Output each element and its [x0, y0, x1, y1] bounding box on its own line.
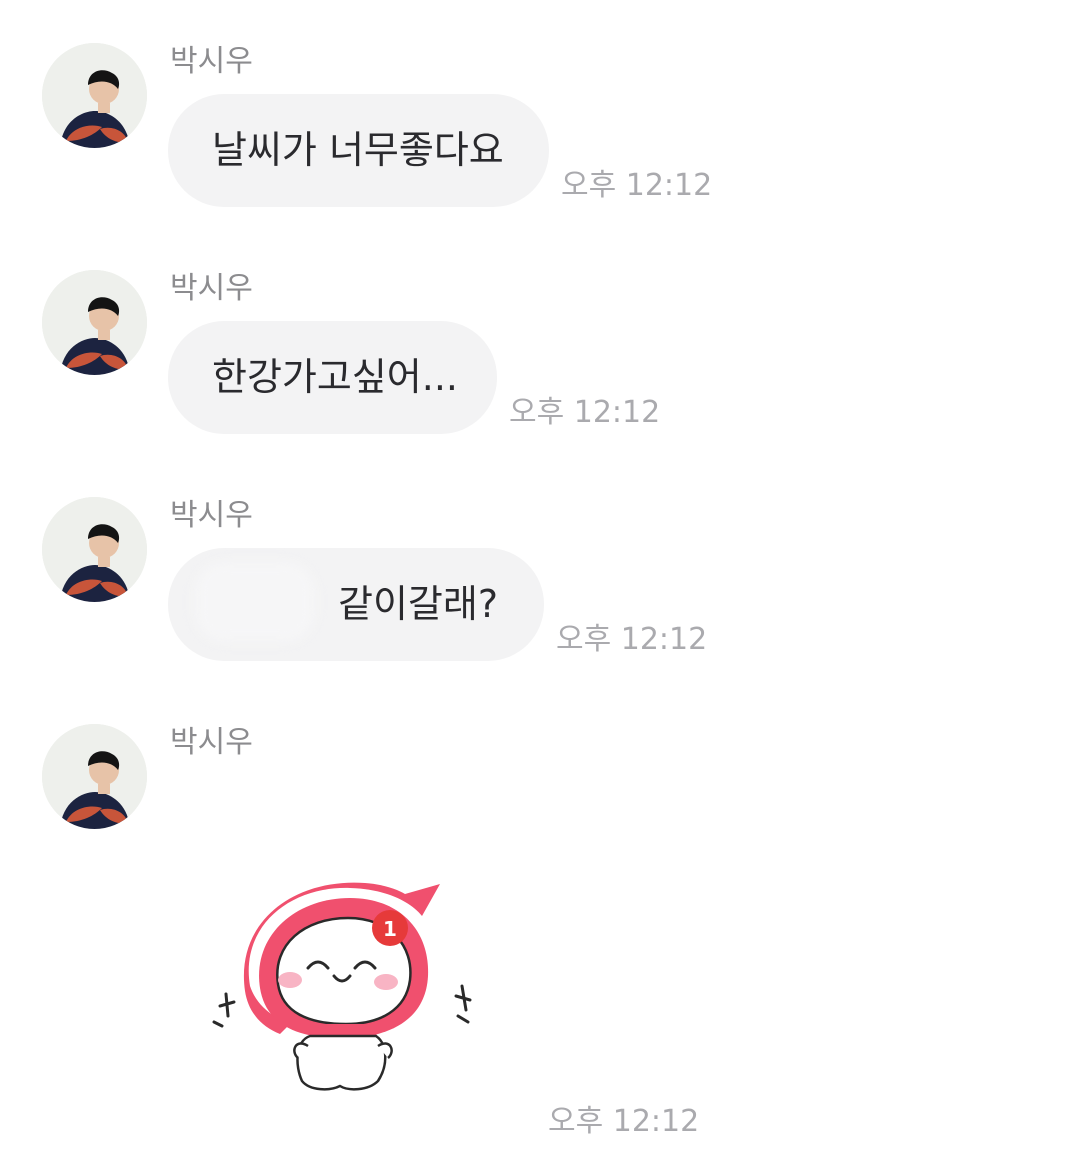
sender-name: 박시우 [170, 725, 253, 760]
timestamp: 오후 12:12 [561, 168, 713, 203]
avatar[interactable] [42, 270, 147, 375]
sender-name: 박시우 [170, 44, 253, 79]
message-text: 한강가고싶어... [212, 355, 458, 399]
profile-photo-icon [42, 270, 147, 375]
message-bubble[interactable]: 날씨가 너무좋다요 [168, 94, 549, 207]
avatar[interactable] [42, 724, 147, 829]
profile-photo-icon [42, 43, 147, 148]
timestamp: 오후 12:12 [548, 1104, 700, 1139]
sticker-badge: 1 [383, 917, 397, 941]
message-bubble[interactable]: 한강가고싶어... [168, 321, 497, 434]
profile-photo-icon [42, 724, 147, 829]
message-text: 날씨가 너무좋다요 [212, 128, 504, 172]
profile-photo-icon [42, 497, 147, 602]
sticker-image: 1 [212, 882, 472, 1091]
timestamp: 오후 12:12 [556, 622, 708, 657]
timestamp: 오후 12:12 [509, 395, 661, 430]
avatar[interactable] [42, 43, 147, 148]
sender-name: 박시우 [170, 271, 253, 306]
happy-character-sticker[interactable]: 1 [200, 876, 490, 1096]
avatar[interactable] [42, 497, 147, 602]
blurred-region [195, 562, 315, 642]
sender-name: 박시우 [170, 498, 253, 533]
message-text: 같이갈래? [338, 582, 499, 626]
